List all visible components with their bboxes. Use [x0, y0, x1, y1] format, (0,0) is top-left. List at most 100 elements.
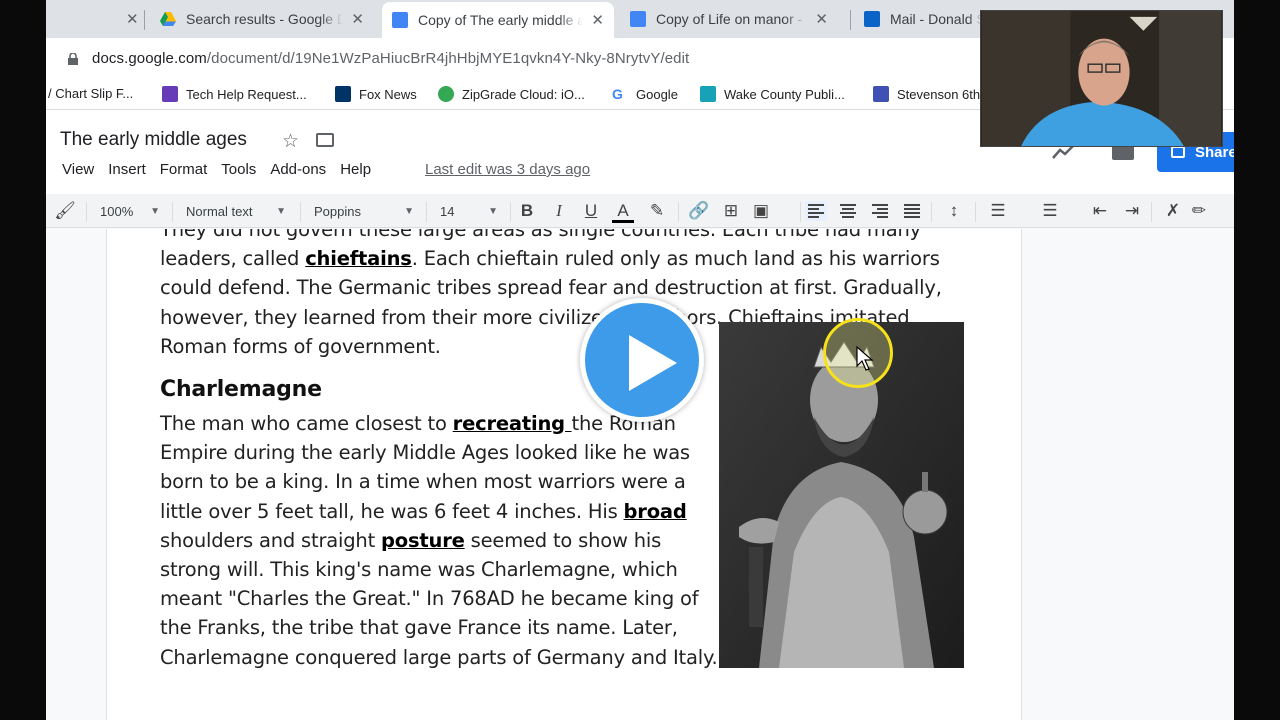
style-value: Normal text [186, 203, 253, 219]
bookmark-stevenson[interactable]: Stevenson 6th [873, 86, 980, 102]
wake-county-icon [700, 86, 716, 102]
bookmark-fox-news[interactable]: Fox News [335, 86, 417, 102]
right-black-border [1234, 0, 1280, 720]
text-run: The man who came closest to [160, 412, 453, 436]
justify-icon[interactable] [901, 201, 923, 221]
zipgrade-icon [438, 86, 454, 102]
google-icon: G [612, 86, 623, 102]
close-icon[interactable]: ✕ [815, 10, 828, 28]
menu-addons[interactable]: Add-ons [270, 161, 326, 178]
font-select[interactable]: Poppins ▼ [314, 194, 414, 228]
chevron-down-icon: ▼ [404, 205, 414, 217]
line-spacing-icon[interactable]: ↕ [943, 201, 965, 221]
bookmark-chart-slip[interactable]: / Chart Slip F... [48, 86, 133, 101]
font-value: Poppins [314, 203, 361, 219]
tab-title: Copy of Life on manor - Google Docs [656, 11, 807, 27]
google-docs-icon [392, 12, 408, 28]
tab-drive-search[interactable]: Search results - Google Drive ✕ [154, 4, 370, 34]
paint-format-icon[interactable]: 🖌 [54, 201, 76, 221]
text-color-icon[interactable]: A [612, 201, 634, 223]
tab-early-middle-ages[interactable]: Copy of The early middle ages ✕ [382, 2, 614, 38]
menu-format[interactable]: Format [160, 161, 208, 178]
mouse-pointer-icon [856, 346, 874, 371]
bookmark-google[interactable]: G Google [612, 86, 678, 102]
calendar-icon [873, 86, 889, 102]
italic-icon[interactable]: I [548, 201, 570, 221]
bookmark-tech-help[interactable]: Tech Help Request... [162, 86, 307, 102]
keyword-broad: broad [623, 499, 687, 523]
bookmark-wake-county[interactable]: Wake County Publi... [700, 86, 845, 102]
tab-mail[interactable]: Mail - Donald S [858, 4, 988, 34]
bookmark-label: Google [636, 86, 678, 102]
formatting-toolbar: 🖌 100% ▼ Normal text ▼ Poppins ▼ 14 ▼ B I U … [46, 194, 1234, 228]
increase-indent-icon[interactable]: ⇥ [1121, 201, 1143, 221]
add-comment-icon[interactable]: ⊞ [720, 201, 742, 221]
tab-title: Mail - Donald S [890, 11, 982, 27]
keyword-chieftains: chieftains [305, 247, 412, 271]
bookmark-zipgrade[interactable]: ZipGrade Cloud: iO... [438, 86, 585, 102]
insert-image-icon[interactable]: ▣ [750, 201, 772, 221]
lock-icon [1171, 146, 1185, 158]
tab-life-on-manor[interactable]: Copy of Life on manor - Google Docs ✕ [620, 4, 838, 34]
close-icon[interactable]: ✕ [591, 11, 604, 29]
google-drive-icon [160, 12, 176, 26]
video-play-button[interactable] [580, 298, 704, 422]
tab-close-prev[interactable]: ✕ [118, 4, 139, 34]
close-icon[interactable]: ✕ [351, 10, 364, 28]
clear-formatting-icon[interactable]: ✗ [1162, 201, 1184, 221]
editing-mode-icon[interactable]: ✏ [1188, 201, 1210, 221]
tab-title: Copy of The early middle ages [418, 12, 584, 28]
menu-help[interactable]: Help [340, 161, 371, 178]
bold-icon[interactable]: B [516, 201, 538, 221]
left-black-border [0, 0, 46, 720]
forms-icon [162, 86, 178, 102]
webcam-overlay [980, 10, 1223, 147]
numbered-list-icon[interactable]: ☰ [987, 201, 1009, 221]
font-size-value: 14 [440, 203, 455, 219]
menu-bar: View Insert Format Tools Add-ons Help [62, 161, 385, 178]
document-page[interactable]: They did not govern these large areas as… [106, 229, 1022, 720]
bookmark-label: Fox News [359, 86, 417, 102]
bookmark-label: Tech Help Request... [186, 86, 307, 102]
star-icon[interactable]: ☆ [282, 130, 299, 153]
align-center-icon[interactable] [837, 201, 859, 221]
chevron-down-icon: ▼ [150, 205, 160, 217]
lock-icon [68, 53, 78, 65]
url-path: /document/d/19Ne1WzPaHiucBrR4jhHbjMYE1qv… [206, 50, 690, 67]
underline-icon[interactable]: U [580, 201, 602, 221]
keyword-posture: posture [381, 528, 465, 552]
link-icon[interactable]: 🔗 [688, 201, 710, 221]
align-left-icon[interactable] [805, 201, 827, 221]
keyword-recreating: recreating [452, 412, 572, 436]
fox-news-icon [335, 86, 351, 102]
chevron-down-icon: ▼ [488, 205, 498, 217]
bookmark-label: Wake County Publi... [724, 86, 845, 102]
last-edit-link[interactable]: Last edit was 3 days ago [425, 161, 590, 178]
chevron-down-icon: ▼ [276, 205, 286, 217]
style-select[interactable]: Normal text ▼ [186, 194, 286, 228]
bookmark-label: / Chart Slip F... [48, 86, 134, 101]
text-run: shoulders and straight [160, 528, 382, 552]
decrease-indent-icon[interactable]: ⇤ [1089, 201, 1111, 221]
zoom-value: 100% [100, 203, 134, 219]
close-icon[interactable]: ✕ [126, 10, 139, 28]
tab-title: Search results - Google Drive [186, 11, 344, 27]
bulleted-list-icon[interactable]: ☰ [1039, 201, 1061, 221]
play-icon [629, 335, 677, 391]
outlook-icon [864, 11, 880, 27]
menu-insert[interactable]: Insert [108, 161, 146, 178]
menu-view[interactable]: View [62, 161, 94, 178]
document-title[interactable]: The early middle ages [60, 129, 247, 151]
bookmark-label: ZipGrade Cloud: iO... [462, 86, 585, 102]
google-docs-icon [630, 11, 646, 27]
highlight-icon[interactable]: ✎ [646, 201, 668, 221]
font-size-select[interactable]: 14 ▼ [440, 194, 498, 228]
menu-tools[interactable]: Tools [221, 161, 256, 178]
align-right-icon[interactable] [869, 201, 891, 221]
paragraph-charlemagne: The man who came closest to recreating t… [160, 409, 720, 672]
zoom-select[interactable]: 100% ▼ [100, 194, 160, 228]
url-host: docs.google.com [92, 50, 207, 67]
bookmark-label: Stevenson 6th [897, 86, 981, 102]
url-text[interactable]: docs.google.com/document/d/19Ne1WzPaHiuc… [92, 50, 689, 67]
move-folder-icon[interactable] [316, 133, 334, 147]
